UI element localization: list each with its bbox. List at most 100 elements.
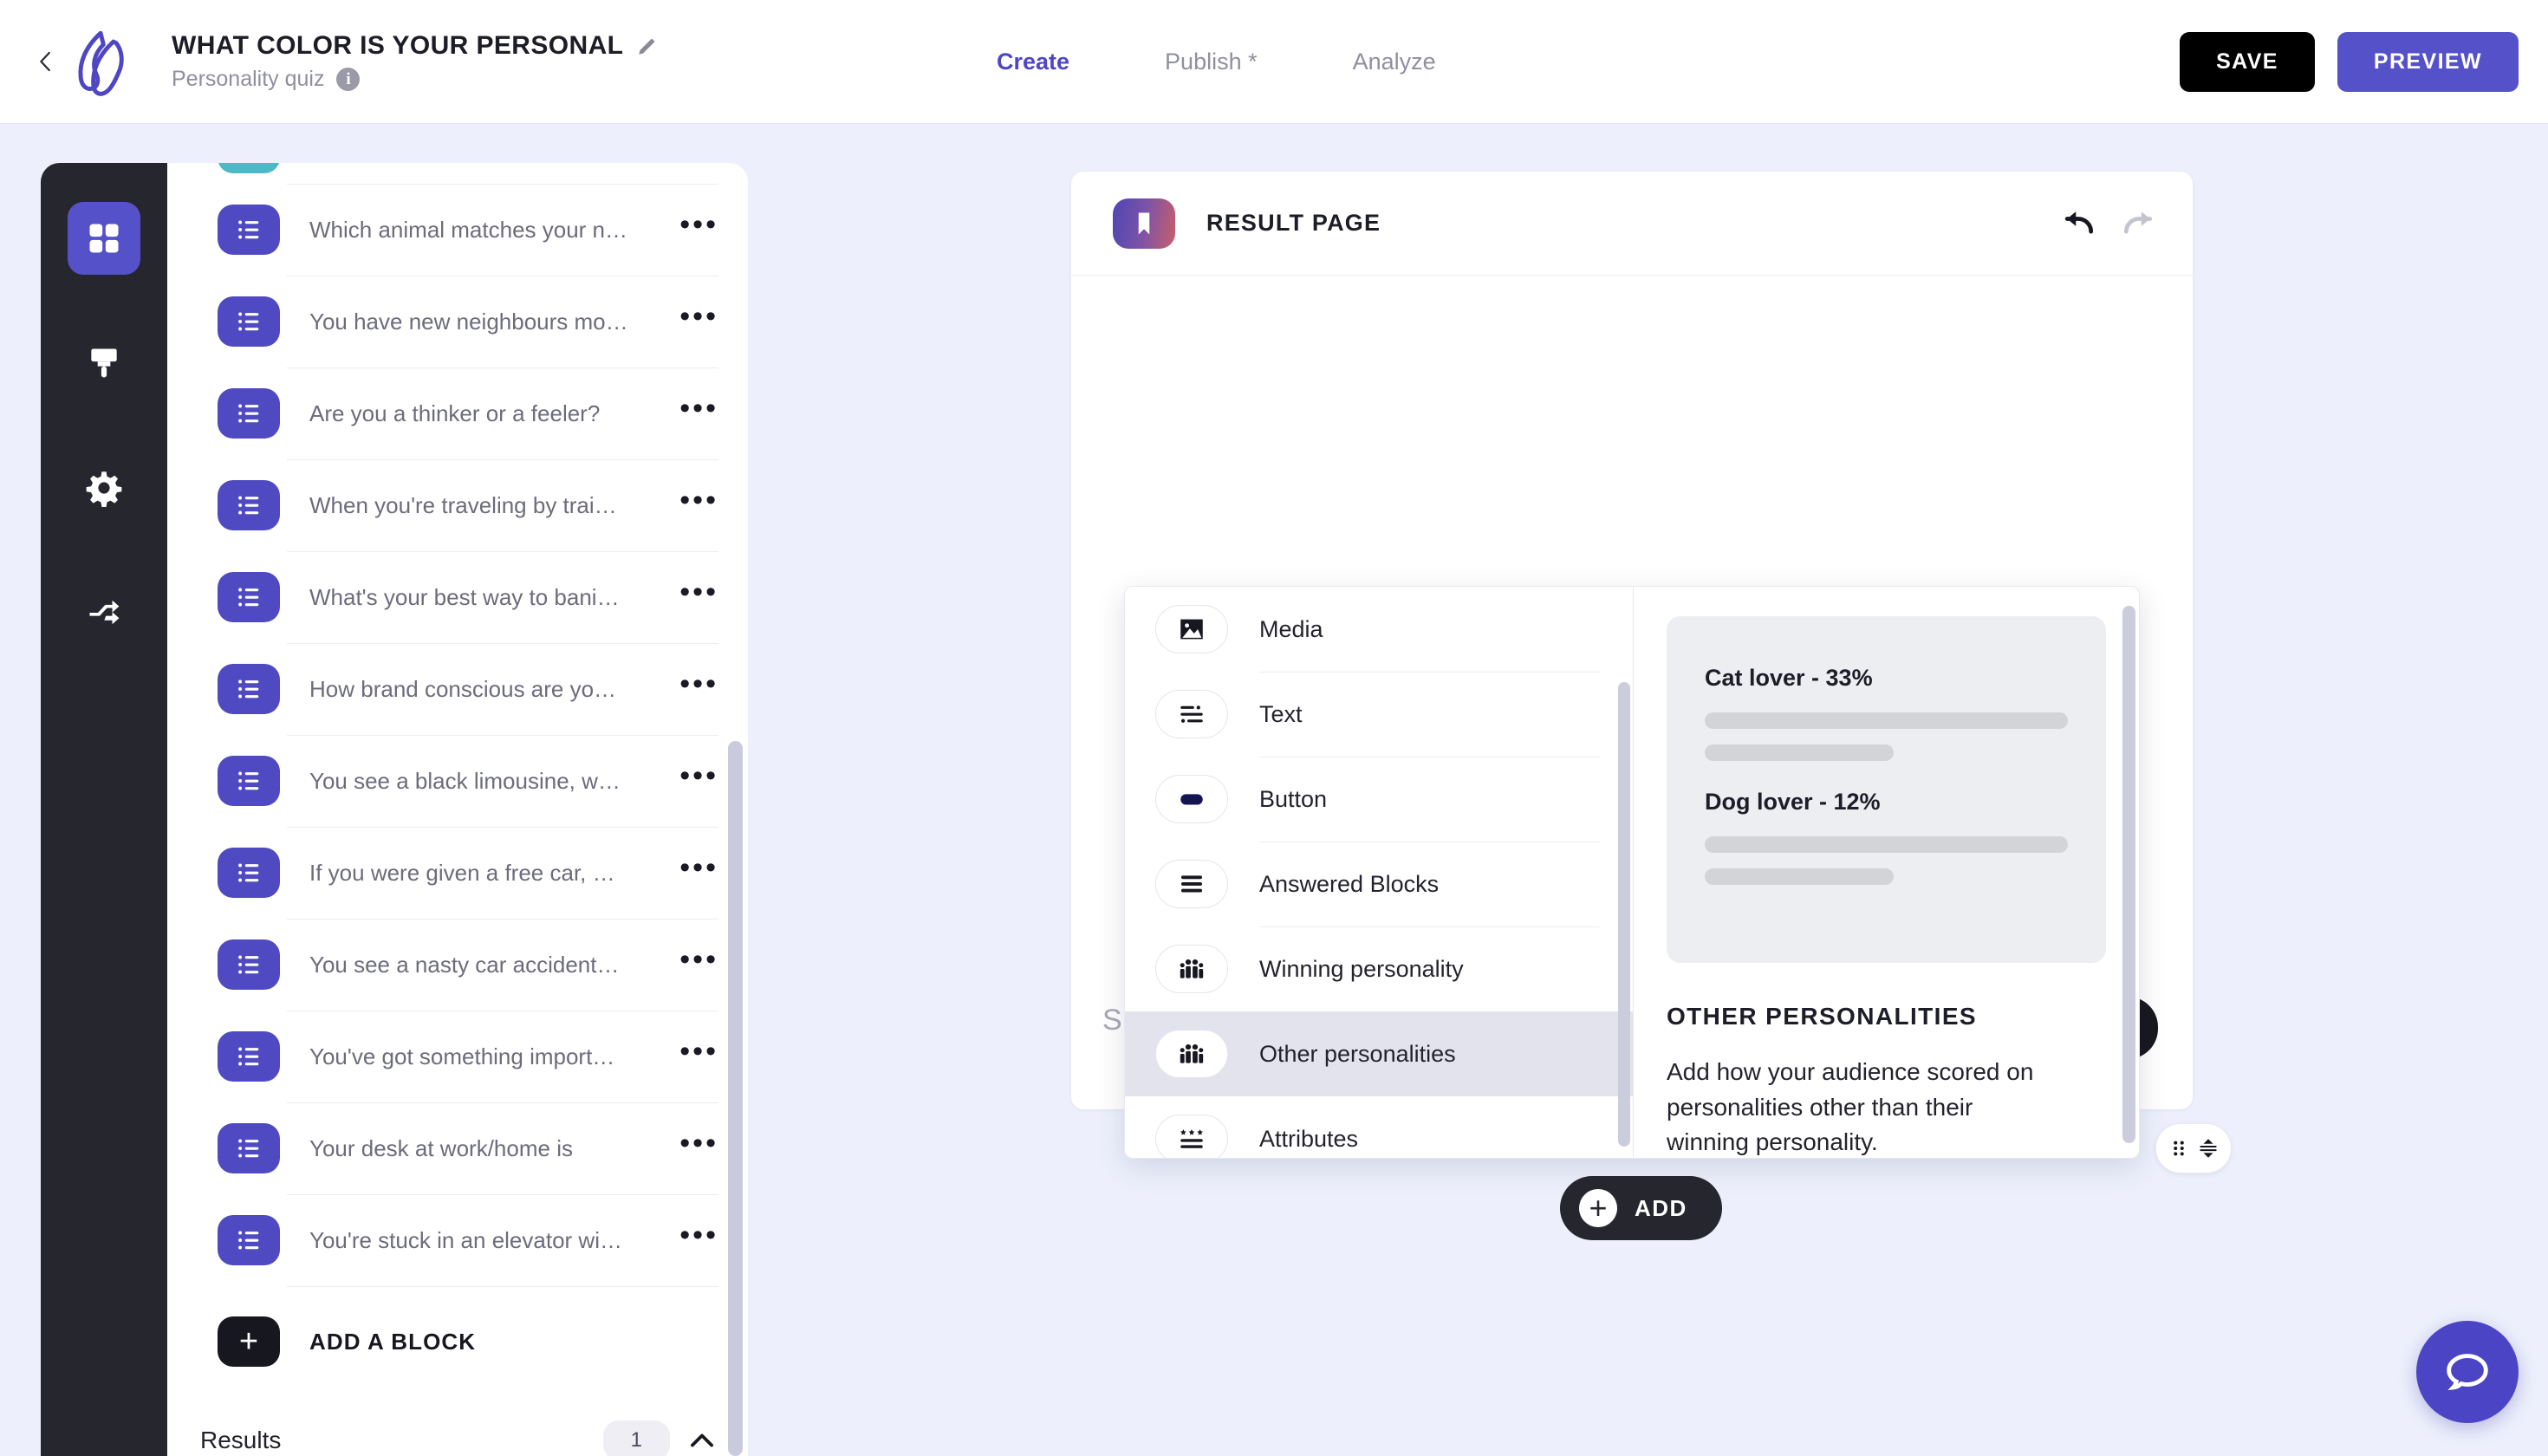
list-item-label: When you're traveling by trai… — [309, 491, 617, 518]
row-menu-button[interactable]: ••• — [679, 1220, 718, 1253]
drag-dots-icon[interactable] — [2169, 1137, 2188, 1160]
list-item-label: You see a black limousine, w… — [309, 767, 621, 794]
image-icon — [1155, 605, 1228, 653]
table-row[interactable]: When you're traveling by trai… ••• — [167, 459, 748, 551]
menu-item-label: Other personalities — [1259, 1040, 1456, 1067]
rail-item-design[interactable] — [68, 327, 140, 400]
table-row[interactable]: If you were given a free car, … ••• — [167, 827, 748, 919]
list-block-icon — [218, 572, 280, 622]
list-block-icon — [218, 848, 280, 898]
popup-list-scrollbar[interactable] — [1618, 682, 1630, 1147]
chevron-up-icon[interactable] — [686, 1424, 718, 1456]
placeholder-bar — [1705, 712, 2068, 729]
menu-item-button[interactable]: Button — [1125, 757, 1633, 842]
list-block-icon — [218, 480, 280, 530]
row-menu-button[interactable]: ••• — [679, 485, 718, 518]
back-button[interactable] — [26, 49, 66, 75]
table-row[interactable]: How brand conscious are yo… ••• — [167, 643, 748, 735]
info-icon[interactable]: i — [336, 68, 361, 91]
table-row[interactable]: Are you a thinker or a feeler? ••• — [167, 367, 748, 459]
table-row[interactable]: What's your best way to bani… ••• — [167, 551, 748, 643]
menu-item-answered-blocks[interactable]: Answered Blocks — [1125, 842, 1633, 926]
row-menu-button[interactable]: ••• — [679, 761, 718, 794]
table-row[interactable]: You see a black limousine, w… ••• — [167, 735, 748, 827]
table-row[interactable]: Which animal matches your n… ••• — [167, 184, 748, 276]
preview-button[interactable]: PREVIEW — [2337, 32, 2519, 92]
save-button[interactable]: SAVE — [2180, 32, 2315, 92]
share-icon — [89, 600, 120, 625]
list-item-label: What's your best way to bani… — [309, 583, 620, 610]
list-item-label: You've got something import… — [309, 1043, 615, 1069]
add-a-block-button[interactable]: + ADD A BLOCK — [167, 1286, 748, 1397]
canvas-header: RESULT PAGE — [1071, 172, 2193, 276]
row-menu-button[interactable]: ••• — [679, 577, 718, 610]
people-group-icon — [1155, 1030, 1228, 1078]
vertical-spacing-icon[interactable] — [2199, 1137, 2218, 1160]
rail-item-share[interactable] — [68, 576, 140, 649]
list-block-icon — [218, 1215, 280, 1265]
preview-row-label: Dog lover - 12% — [1705, 789, 1881, 815]
brand-logo-icon[interactable] — [69, 26, 140, 97]
row-menu-button[interactable]: ••• — [679, 945, 718, 978]
table-row[interactable]: Your desk at work/home is ••• — [167, 1102, 748, 1194]
clipped-block-pill — [218, 163, 280, 173]
chevron-left-icon — [40, 51, 50, 72]
redo-button[interactable] — [2120, 205, 2158, 243]
row-menu-button[interactable]: ••• — [679, 393, 718, 426]
quiz-type-label: Personality quiz — [172, 67, 325, 91]
list-block-icon — [218, 1031, 280, 1082]
text-lines-icon — [1155, 690, 1228, 738]
menu-item-winning-personality[interactable]: Winning personality — [1125, 926, 1633, 1011]
pencil-icon[interactable] — [636, 35, 659, 57]
list-item-label: Are you a thinker or a feeler? — [309, 400, 601, 426]
preview-row-label: Cat lover - 33% — [1705, 665, 1873, 691]
row-menu-button[interactable]: ••• — [679, 302, 718, 335]
row-menu-button[interactable]: ••• — [679, 210, 718, 243]
button-pill-icon — [1155, 775, 1228, 823]
list-item-label: How brand conscious are yo… — [309, 675, 617, 702]
tab-create[interactable]: Create — [997, 49, 1069, 75]
list-block-icon — [218, 1123, 280, 1173]
gear-icon — [86, 471, 122, 507]
popup-scrollbar[interactable] — [2122, 606, 2135, 1143]
list-item-label: You're stuck in an elevator wi… — [309, 1226, 622, 1253]
redo-icon — [2123, 211, 2153, 234]
tab-analyze[interactable]: Analyze — [1353, 49, 1436, 75]
list-item-label: Your desk at work/home is — [309, 1134, 573, 1161]
menu-item-media[interactable]: Media — [1125, 587, 1633, 672]
table-row[interactable]: You've got something import… ••• — [167, 1011, 748, 1102]
menu-item-label: Text — [1259, 700, 1303, 727]
paintbrush-icon — [91, 348, 117, 378]
table-row[interactable]: You see a nasty car accident… ••• — [167, 919, 748, 1011]
results-section-header[interactable]: Results 1 — [167, 1397, 748, 1456]
placeholder-bar — [1705, 836, 2068, 853]
block-panel-scrollbar[interactable] — [728, 741, 743, 1456]
list-item-label: You have new neighbours mo… — [309, 308, 628, 335]
tab-publish[interactable]: Publish * — [1165, 49, 1258, 75]
quiz-title-block: WHAT COLOR IS YOUR PERSONALI… Personalit… — [172, 31, 659, 92]
block-tools-bar — [2155, 1123, 2232, 1173]
menu-item-label: Attributes — [1259, 1125, 1359, 1152]
menu-item-attributes[interactable]: Attributes — [1125, 1096, 1633, 1158]
results-section-title: Results — [200, 1427, 282, 1453]
grid-blocks-icon — [89, 224, 119, 253]
table-row[interactable]: You're stuck in an elevator wi… ••• — [167, 1194, 748, 1286]
table-row[interactable]: You have new neighbours mo… ••• — [167, 276, 748, 367]
rail-item-blocks[interactable] — [68, 202, 140, 275]
obscured-canvas-text: S — [1102, 1004, 1122, 1037]
menu-item-text[interactable]: Text — [1125, 672, 1633, 757]
answered-blocks-icon — [1155, 860, 1228, 908]
rail-item-settings[interactable] — [68, 452, 140, 524]
row-menu-button[interactable]: ••• — [679, 853, 718, 886]
chat-support-button[interactable] — [2416, 1321, 2519, 1423]
undo-button[interactable] — [2059, 205, 2097, 243]
list-item-label: You see a nasty car accident… — [309, 951, 620, 978]
people-group-icon — [1155, 945, 1228, 993]
add-block-option-list: Media Text Button Answered Blocks Winnin — [1125, 587, 1633, 1158]
row-menu-button[interactable]: ••• — [679, 1037, 718, 1069]
add-block-fab[interactable]: + ADD — [1560, 1176, 1722, 1240]
row-menu-button[interactable]: ••• — [679, 1128, 718, 1161]
menu-item-other-personalities[interactable]: Other personalities — [1125, 1011, 1633, 1096]
row-menu-button[interactable]: ••• — [679, 669, 718, 702]
undo-icon — [2064, 211, 2094, 234]
